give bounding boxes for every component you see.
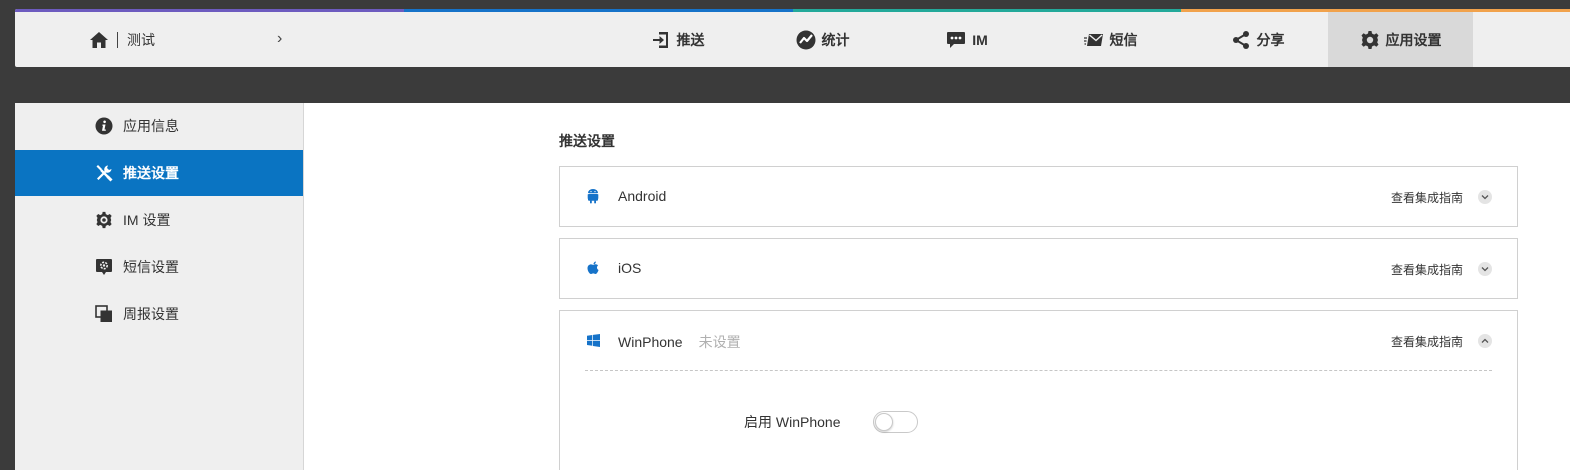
enable-winphone-label: 启用 WinPhone: [744, 414, 841, 430]
settings-panel: 应用信息 推送设置 IM 设置 短信设置 周报设置 推送设置 Android 查…: [15, 103, 1570, 470]
breadcrumb: 测试: [89, 29, 155, 51]
sidebar-item-label: IM 设置: [123, 212, 171, 228]
sidebar-item-push-settings[interactable]: 推送设置: [15, 150, 303, 196]
platform-name: Android: [618, 188, 667, 204]
platform-card-android: Android 查看集成指南: [559, 166, 1518, 227]
platform-name-text: WinPhone: [618, 334, 683, 350]
sidebar-item-label: 周报设置: [123, 306, 179, 322]
nav-label: 短信: [1109, 31, 1138, 48]
enable-winphone-toggle[interactable]: [873, 411, 919, 433]
platform-name: WinPhone 未设置: [618, 332, 741, 352]
app-switch-arrow[interactable]: ›: [277, 30, 282, 48]
gear-icon: [94, 210, 114, 230]
sidebar-item-app-info[interactable]: 应用信息: [15, 103, 303, 149]
sms-settings-icon: [94, 257, 114, 277]
platform-name: iOS: [618, 260, 642, 276]
section-title: 推送设置: [559, 133, 615, 149]
nav-label: 推送: [676, 31, 705, 48]
card-header[interactable]: WinPhone 未设置 查看集成指南: [560, 311, 1517, 371]
sidebar-item-weekly-report-settings[interactable]: 周报设置: [15, 291, 303, 337]
sidebar-item-sms-settings[interactable]: 短信设置: [15, 244, 303, 290]
chevron-up-icon[interactable]: [1478, 334, 1492, 348]
home-icon[interactable]: [89, 30, 111, 50]
app-name[interactable]: 测试: [127, 30, 155, 50]
sidebar-item-im-settings[interactable]: IM 设置: [15, 197, 303, 243]
nav-label: 分享: [1256, 31, 1285, 48]
apple-icon: [585, 259, 601, 277]
chevron-down-icon[interactable]: [1478, 262, 1492, 276]
push-icon: [651, 30, 671, 50]
card-header[interactable]: iOS 查看集成指南: [560, 239, 1517, 299]
nav-push[interactable]: 推送: [635, 12, 720, 67]
windows-icon: [585, 331, 601, 349]
toggle-knob: [875, 413, 894, 431]
integration-guide-link[interactable]: 查看集成指南: [1391, 261, 1463, 278]
platform-card-ios: iOS 查看集成指南: [559, 238, 1518, 299]
im-icon: [946, 30, 966, 50]
sidebar-item-label: 短信设置: [123, 259, 179, 275]
integration-guide-link[interactable]: 查看集成指南: [1391, 333, 1463, 350]
sms-icon: [1083, 30, 1104, 50]
chevron-down-icon[interactable]: [1478, 190, 1492, 204]
breadcrumb-divider: [117, 32, 118, 48]
card-header[interactable]: Android 查看集成指南: [560, 167, 1517, 227]
nav-stats[interactable]: 统计: [780, 12, 865, 67]
gear-icon: [1360, 30, 1380, 50]
platform-card-winphone: WinPhone 未设置 查看集成指南 启用 WinPhone: [559, 310, 1518, 470]
top-navigation: 测试 › 推送 统计 IM 短信 分享 应用设置: [15, 9, 1570, 67]
sidebar-item-label: 推送设置: [123, 165, 179, 181]
divider: [585, 370, 1492, 371]
sidebar: 应用信息 推送设置 IM 设置 短信设置 周报设置: [15, 103, 304, 470]
nav-label: IM: [972, 31, 988, 48]
tools-icon: [94, 163, 114, 183]
nav-app-settings[interactable]: 应用设置: [1328, 12, 1473, 67]
status-badge: 未设置: [698, 334, 741, 350]
share-icon: [1231, 30, 1251, 50]
nav-im[interactable]: IM: [927, 12, 1007, 67]
nav-label: 统计: [821, 31, 850, 48]
copy-icon: [94, 304, 114, 324]
nav-label: 应用设置: [1385, 31, 1442, 48]
nav-sms[interactable]: 短信: [1068, 12, 1153, 67]
android-icon: [585, 187, 601, 205]
nav-share[interactable]: 分享: [1215, 12, 1300, 67]
integration-guide-link[interactable]: 查看集成指南: [1391, 189, 1463, 206]
sidebar-item-label: 应用信息: [123, 118, 179, 134]
enable-winphone-row: 启用 WinPhone: [744, 411, 919, 433]
stats-icon: [796, 30, 816, 50]
info-icon: [94, 116, 114, 136]
